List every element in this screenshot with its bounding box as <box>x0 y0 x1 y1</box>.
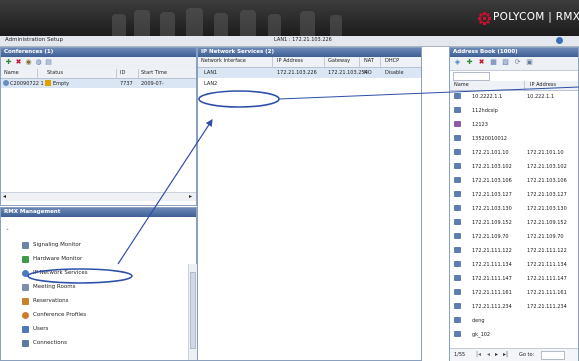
lan1-highlight-ellipse <box>198 90 280 108</box>
annotation-overlay <box>27 86 579 284</box>
ip-services-highlight-ellipse <box>27 268 133 284</box>
annotation-arrow-1 <box>117 118 213 265</box>
annotation-arrow-2 <box>278 86 579 100</box>
